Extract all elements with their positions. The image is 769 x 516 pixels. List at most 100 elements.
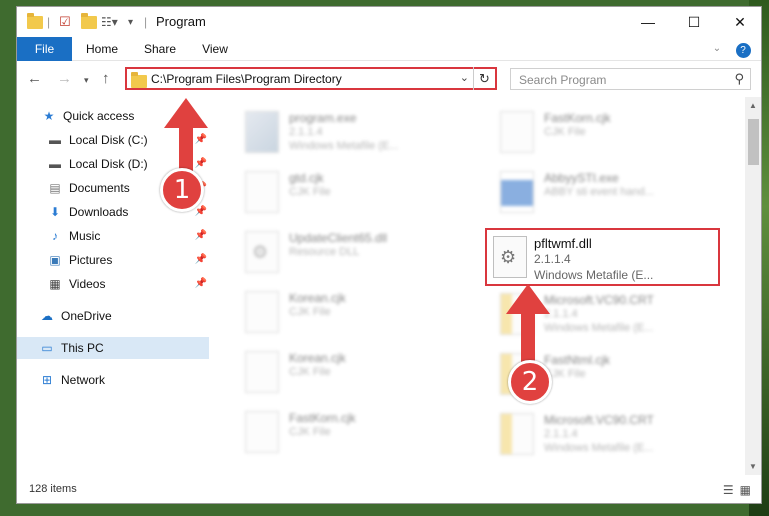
file-item[interactable]: program.exe 2.1.1.4 Windows Metafile (E.… — [223, 105, 463, 161]
sidebar-item-label: Downloads — [69, 205, 129, 219]
address-dropdown-icon[interactable]: ⌄ — [460, 71, 469, 84]
exe-file-icon — [500, 171, 534, 213]
address-bar[interactable]: C:\Program Files\Program Directory ⌄ ↻ — [125, 67, 497, 90]
file-type: CJK File — [289, 366, 331, 378]
scroll-down-icon[interactable]: ▼ — [749, 462, 757, 471]
file-item[interactable]: AbbyySTI.exe ABBY sti event hand... — [478, 165, 718, 221]
music-icon: ♪ — [52, 229, 58, 243]
tab-share[interactable]: Share — [135, 37, 185, 61]
sidebar-item-label: Documents — [69, 181, 130, 195]
search-input[interactable]: Search Program ⚲ — [510, 68, 751, 90]
properties-icon[interactable]: ☑ — [59, 13, 71, 31]
network-icon: ⊞ — [41, 373, 53, 387]
sidebar-item-label: Local Disk (C:) — [69, 133, 148, 147]
file-item[interactable]: FastKorn.cjk CJK File — [478, 105, 718, 161]
file-item[interactable]: UpdateClient65.dll Resource DLL — [223, 225, 463, 281]
annotation-arrow-2-head — [506, 284, 550, 314]
tab-file[interactable]: File — [17, 37, 72, 61]
details-view-icon[interactable]: ☰ — [723, 483, 734, 497]
quick-access-dropdown-icon[interactable]: ▾ — [128, 13, 133, 31]
file-explorer-window: | ☑ ☷▾ ▾ | Program — ☐ ✕ File Home Share… — [16, 6, 762, 504]
pin-icon[interactable]: 📌 — [195, 158, 207, 169]
file-icon — [245, 351, 279, 393]
sidebar-item-label: Network — [61, 373, 106, 387]
drive-icon: ▬ — [49, 133, 61, 147]
pin-icon[interactable]: 📌 — [195, 134, 207, 145]
pin-icon[interactable]: 📌 — [195, 254, 207, 265]
up-arrow-icon[interactable]: ↑ — [102, 70, 110, 87]
customize-quick-access-icon[interactable]: ☷▾ — [101, 13, 118, 31]
new-folder-icon[interactable] — [81, 12, 97, 31]
ribbon-expand-icon[interactable]: ⌄ — [707, 37, 727, 61]
exe-file-icon — [245, 111, 279, 153]
file-version: 2.1.1.4 — [544, 428, 578, 440]
file-name: AbbyySTI.exe — [544, 171, 619, 185]
file-type: CJK File — [289, 426, 331, 438]
back-arrow-icon[interactable]: ← — [27, 70, 42, 87]
refresh-icon[interactable]: ↻ — [473, 67, 495, 90]
sidebar-item-label: This PC — [61, 341, 104, 355]
file-item[interactable]: Microsoft.VC90.CRT 2.1.1.4 Windows Metaf… — [478, 407, 718, 463]
minimize-button[interactable]: — — [625, 7, 671, 37]
folder-icon — [131, 72, 147, 88]
sidebar-item-network[interactable]: ⊞ Network — [17, 369, 209, 391]
file-type: ABBY sti event hand... — [544, 186, 654, 198]
tab-view[interactable]: View — [193, 37, 237, 61]
close-button[interactable]: ✕ — [717, 7, 761, 37]
file-name: program.exe — [289, 111, 357, 125]
sidebar-item-label: OneDrive — [61, 309, 112, 323]
maximize-button[interactable]: ☐ — [671, 7, 717, 37]
recent-locations-chevron-icon[interactable]: ▾ — [84, 75, 89, 86]
dll-file-icon — [245, 231, 279, 273]
sidebar-item-onedrive[interactable]: ☁ OneDrive — [17, 305, 209, 327]
view-toggles: ☰ ▦ — [723, 483, 751, 497]
address-path[interactable]: C:\Program Files\Program Directory — [151, 72, 342, 86]
file-icon — [245, 411, 279, 453]
file-icon — [245, 291, 279, 333]
cloud-icon: ☁ — [41, 309, 53, 323]
sidebar-item-label: Quick access — [63, 109, 135, 123]
videos-icon: ▦ — [49, 277, 61, 291]
file-item[interactable]: Korean.cjk CJK File — [223, 345, 463, 401]
file-type: Resource DLL — [289, 246, 360, 258]
folder-icon — [27, 12, 43, 31]
vertical-scrollbar[interactable]: ▲ ▼ — [745, 97, 761, 475]
large-icons-view-icon[interactable]: ▦ — [740, 483, 751, 497]
sidebar-item-label: Local Disk (D:) — [69, 157, 148, 171]
file-item[interactable]: gtd.cjk CJK File — [223, 165, 463, 221]
file-name: Korean.cjk — [289, 291, 346, 305]
file-item[interactable]: FastKorn.cjk CJK File — [223, 405, 463, 461]
pin-icon[interactable]: 📌 — [195, 278, 207, 289]
ribbon-tabs: File Home Share View ⌄ ? — [17, 37, 761, 61]
sidebar-item-videos[interactable]: ▦ Videos 📌 — [17, 273, 209, 295]
help-icon[interactable]: ? — [733, 37, 753, 61]
forward-arrow-icon[interactable]: → — [57, 70, 72, 87]
tab-home[interactable]: Home — [77, 37, 127, 61]
pictures-icon: ▣ — [49, 253, 61, 267]
step-1-badge: 1 — [160, 168, 204, 212]
search-icon[interactable]: ⚲ — [734, 71, 744, 87]
sidebar-item-label: Pictures — [69, 253, 113, 267]
dll-file-icon — [493, 236, 527, 278]
file-item[interactable]: Korean.cjk CJK File — [223, 285, 463, 341]
sidebar-item-this-pc[interactable]: ▭ This PC — [17, 337, 209, 359]
file-name: FastKorn.cjk — [289, 411, 356, 425]
computer-icon: ▭ — [41, 341, 53, 355]
highlighted-file-pfltwmf[interactable]: pfltwmf.dll 2.1.1.4 Windows Metafile (E.… — [485, 228, 720, 286]
sidebar-item-label: Videos — [69, 277, 106, 291]
step-2-badge: 2 — [508, 360, 552, 404]
pin-icon[interactable]: 📌 — [195, 206, 207, 217]
pin-icon[interactable]: 📌 — [195, 230, 207, 241]
document-icon: ▤ — [49, 181, 61, 195]
sidebar-item-music[interactable]: ♪ Music 📌 — [17, 225, 209, 247]
file-name: Microsoft.VC90.CRT — [544, 293, 654, 307]
star-icon: ★ — [43, 109, 55, 123]
file-type: Windows Metafile (E... — [534, 268, 654, 282]
file-type: Windows Metafile (E... — [544, 322, 654, 334]
scroll-up-icon[interactable]: ▲ — [749, 101, 757, 110]
file-name: pfltwmf.dll — [534, 236, 592, 251]
file-version: 2.1.1.4 — [289, 126, 323, 138]
window-title: Program — [156, 14, 206, 29]
sidebar-item-pictures[interactable]: ▣ Pictures 📌 — [17, 249, 209, 271]
scrollbar-thumb[interactable] — [748, 119, 759, 165]
